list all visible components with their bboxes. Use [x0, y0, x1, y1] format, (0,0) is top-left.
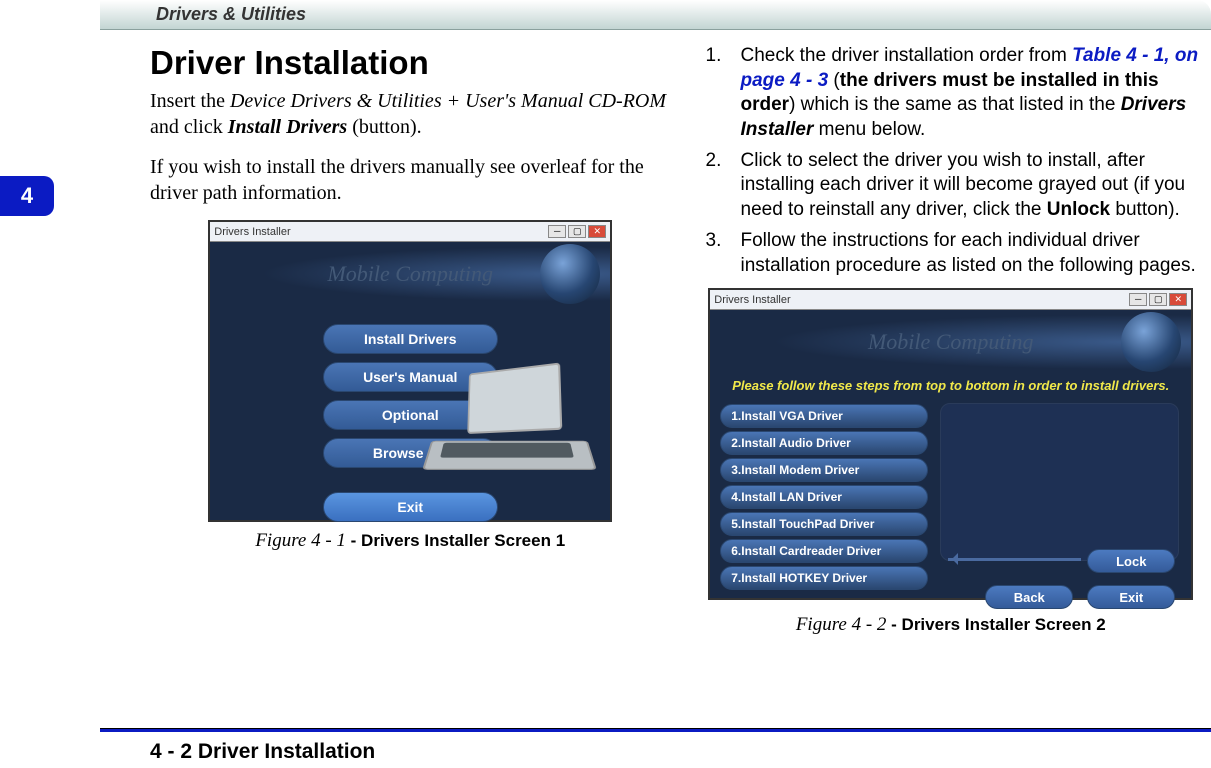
- window-title: Drivers Installer: [714, 294, 790, 306]
- text: (button).: [347, 116, 421, 138]
- text: button).: [1110, 199, 1180, 220]
- caption-number: Figure 4 - 1: [255, 530, 350, 551]
- caption-text: - Drivers Installer Screen 1: [351, 531, 566, 550]
- driver-list: 1.Install VGA Driver 2.Install Audio Dri…: [710, 397, 940, 621]
- figure-2: Drivers Installer ─ ▢ ✕ Mobile Computing…: [691, 288, 1211, 636]
- step-1: 1. Check the driver installation order f…: [741, 44, 1211, 143]
- install-vga-driver-button[interactable]: 1.Install VGA Driver: [720, 404, 928, 428]
- install-drivers-button[interactable]: Install Drivers: [323, 324, 498, 354]
- text: and click: [150, 116, 228, 138]
- close-icon[interactable]: ✕: [588, 225, 606, 238]
- window-titlebar: Drivers Installer ─ ▢ ✕: [210, 222, 610, 242]
- header-bar: Drivers & Utilities: [100, 0, 1211, 30]
- text: Follow the instructions for each individ…: [741, 230, 1196, 276]
- install-prompt: Please follow these steps from top to bo…: [710, 374, 1191, 397]
- close-icon[interactable]: ✕: [1169, 293, 1187, 306]
- exit-button[interactable]: Exit: [1087, 585, 1175, 609]
- button-stack: Install Drivers User's Manual Optional B…: [210, 306, 610, 522]
- text: menu below.: [813, 119, 925, 140]
- window-body: 1.Install VGA Driver 2.Install Audio Dri…: [710, 397, 1191, 621]
- window-controls: ─ ▢ ✕: [1129, 293, 1187, 306]
- right-panel: Lock Back Exit: [940, 397, 1191, 621]
- install-lan-driver-button[interactable]: 4.Install LAN Driver: [720, 485, 928, 509]
- install-touchpad-driver-button[interactable]: 5.Install TouchPad Driver: [720, 512, 928, 536]
- window-title: Drivers Installer: [214, 226, 290, 238]
- laptop-illustration: [427, 367, 592, 482]
- drivers-installer-window-1: Drivers Installer ─ ▢ ✕ Mobile Computing…: [208, 220, 612, 522]
- banner: Mobile Computing: [710, 310, 1191, 374]
- minimize-icon[interactable]: ─: [1129, 293, 1147, 306]
- install-cardreader-driver-button[interactable]: 6.Install Cardreader Driver: [720, 539, 928, 563]
- section-heading: Driver Installation: [150, 44, 671, 82]
- text: ) which is the same as that listed in th…: [789, 94, 1121, 115]
- banner: Mobile Computing: [210, 242, 610, 306]
- button-name: Install Drivers: [228, 116, 347, 138]
- maximize-icon[interactable]: ▢: [568, 225, 586, 238]
- steps-list: 1. Check the driver installation order f…: [691, 44, 1211, 278]
- maximize-icon[interactable]: ▢: [1149, 293, 1167, 306]
- footer: 4 - 2 Driver Installation: [150, 740, 375, 764]
- button-name: Unlock: [1047, 199, 1110, 220]
- minimize-icon[interactable]: ─: [548, 225, 566, 238]
- exit-button[interactable]: Exit: [323, 492, 498, 522]
- lock-button[interactable]: Lock: [1087, 549, 1175, 573]
- text: Check the driver installation order from: [741, 45, 1073, 66]
- preview-panel: [940, 403, 1179, 561]
- window-controls: ─ ▢ ✕: [548, 225, 606, 238]
- banner-text: Mobile Computing: [327, 261, 493, 287]
- footer-section: Driver Installation: [198, 740, 375, 763]
- install-audio-driver-button[interactable]: 2.Install Audio Driver: [720, 431, 928, 455]
- globe-icon: [1121, 312, 1181, 372]
- back-button[interactable]: Back: [985, 585, 1073, 609]
- install-hotkey-driver-button[interactable]: 7.Install HOTKEY Driver: [720, 566, 928, 590]
- window-titlebar: Drivers Installer ─ ▢ ✕: [710, 290, 1191, 310]
- divider-arrow: [948, 558, 1081, 561]
- content-area: Driver Installation Insert the Device Dr…: [150, 44, 1211, 708]
- banner-text: Mobile Computing: [868, 329, 1034, 355]
- intro-paragraph-2: If you wish to install the drivers manua…: [150, 154, 671, 206]
- step-3: 3. Follow the instructions for each indi…: [741, 229, 1211, 278]
- figure-1-caption: Figure 4 - 1 - Drivers Installer Screen …: [150, 530, 671, 552]
- left-column: Driver Installation Insert the Device Dr…: [150, 44, 671, 708]
- header-title: Drivers & Utilities: [100, 0, 1211, 25]
- chapter-tab: 4: [0, 176, 54, 216]
- figure-1: Drivers Installer ─ ▢ ✕ Mobile Computing…: [150, 220, 671, 552]
- intro-paragraph-1: Insert the Device Drivers & Utilities + …: [150, 88, 671, 140]
- product-name: Device Drivers & Utilities + User's Manu…: [230, 90, 666, 112]
- footer-rule: [100, 728, 1211, 732]
- drivers-installer-window-2: Drivers Installer ─ ▢ ✕ Mobile Computing…: [708, 288, 1193, 600]
- step-2: 2. Click to select the driver you wish t…: [741, 149, 1211, 223]
- install-modem-driver-button[interactable]: 3.Install Modem Driver: [720, 458, 928, 482]
- globe-icon: [540, 244, 600, 304]
- text: (: [828, 70, 840, 91]
- page-number: 4 - 2: [150, 740, 192, 763]
- text: Insert the: [150, 90, 230, 112]
- right-column: 1. Check the driver installation order f…: [691, 44, 1211, 708]
